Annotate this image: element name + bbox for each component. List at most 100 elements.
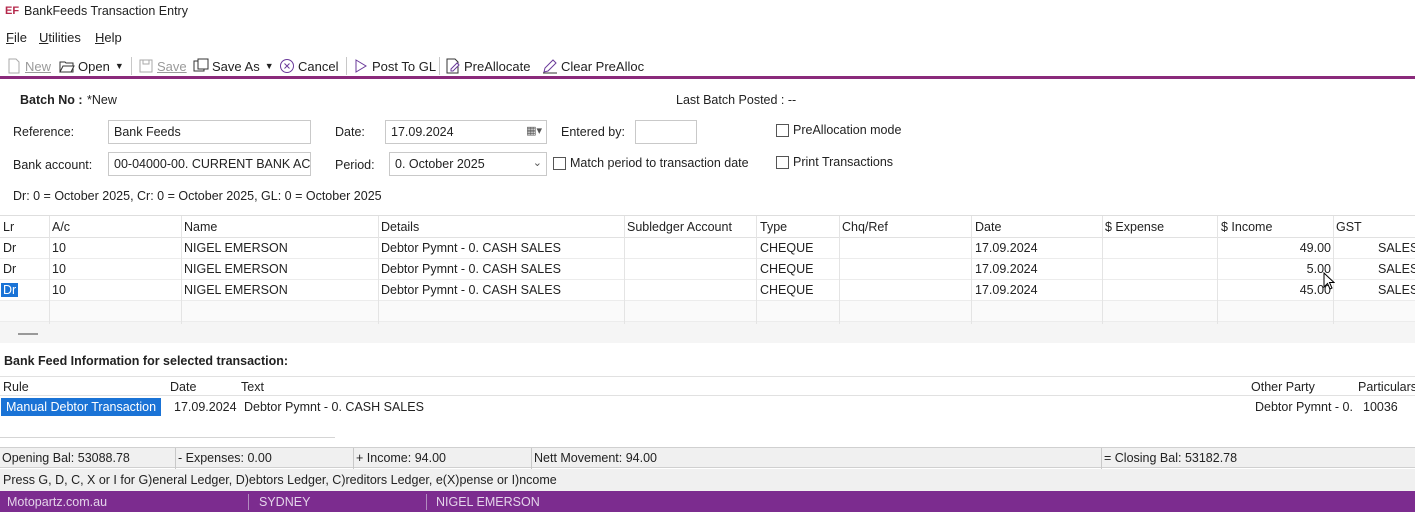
- column-header[interactable]: Type: [760, 220, 787, 234]
- table-row[interactable]: Dr 10 NIGEL EMERSON Debtor Pymnt - 0. CA…: [0, 238, 1415, 259]
- preallocation-mode-checkbox[interactable]: PreAllocation mode: [776, 123, 901, 137]
- column-header[interactable]: $ Expense: [1105, 220, 1164, 234]
- toolbar: New Open ▼ Save Save As ▼ Cancel Post To G…: [0, 53, 1415, 79]
- column-header[interactable]: Rule: [3, 380, 29, 394]
- period-info: Dr: 0 = October 2025, Cr: 0 = October 20…: [13, 189, 382, 203]
- period-label: Period:: [335, 158, 375, 172]
- checkbox-icon: [553, 156, 566, 170]
- reference-label: Reference:: [13, 125, 75, 139]
- menu-file[interactable]: File: [6, 30, 27, 45]
- status-separator: [426, 494, 427, 510]
- save-icon: [139, 59, 153, 73]
- menu-utilities[interactable]: Utilities: [39, 30, 81, 45]
- checkbox-icon: [776, 155, 789, 169]
- column-separator: [378, 216, 379, 324]
- table-row-empty[interactable]: [0, 301, 1415, 322]
- entered-by-input[interactable]: [635, 120, 697, 144]
- totals-bar: Opening Bal: 53088.78 - Expenses: 0.00 +…: [0, 447, 1415, 469]
- bank-feed-grid: Rule Date Text Other Party Particulars M…: [0, 376, 1415, 422]
- cancel-icon: [280, 59, 294, 73]
- column-header[interactable]: Particulars: [1358, 380, 1415, 394]
- column-separator: [49, 216, 50, 324]
- status-branch: SYDNEY: [259, 495, 311, 509]
- column-header[interactable]: A/c: [52, 220, 70, 234]
- column-header[interactable]: Subledger Account: [627, 220, 732, 234]
- post-to-gl-button[interactable]: Post To GL: [353, 57, 436, 75]
- play-icon: [355, 59, 367, 73]
- entered-by-label: Entered by:: [561, 125, 625, 139]
- column-separator: [756, 216, 757, 324]
- table-row-selected[interactable]: Dr 10 NIGEL EMERSON Debtor Pymnt - 0. CA…: [0, 280, 1415, 301]
- save-as-button[interactable]: Save As ▼: [193, 57, 274, 75]
- document-edit-icon: [446, 58, 460, 74]
- grid-header: Lr A/c Name Details Subledger Account Ty…: [0, 216, 1415, 238]
- column-separator: [971, 216, 972, 324]
- app-logo: EF: [5, 5, 20, 17]
- bank-account-input[interactable]: 00-04000-00. CURRENT BANK ACC: [108, 152, 311, 176]
- open-button[interactable]: Open ▼: [59, 57, 124, 75]
- table-row[interactable]: Dr 10 NIGEL EMERSON Debtor Pymnt - 0. CA…: [0, 259, 1415, 280]
- menu-bar: File Utilities Help: [0, 27, 1415, 49]
- column-separator: [624, 216, 625, 324]
- status-site: Motopartz.com.au: [7, 495, 108, 509]
- menu-help[interactable]: Help: [95, 30, 122, 45]
- preallocate-button[interactable]: PreAllocate: [445, 57, 530, 75]
- checkbox-icon: [776, 123, 789, 137]
- window-title: BankFeeds Transaction Entry: [24, 4, 188, 18]
- bank-feed-title: Bank Feed Information for selected trans…: [4, 354, 289, 368]
- new-document-icon: [8, 58, 20, 74]
- column-separator: [839, 216, 840, 324]
- column-header[interactable]: Details: [381, 220, 419, 234]
- column-separator: [1217, 216, 1218, 324]
- date-input[interactable]: 17.09.2024 ▦▾: [385, 120, 547, 144]
- chevron-down-icon: ⌄: [532, 157, 542, 169]
- save-as-icon: [193, 58, 209, 72]
- date-label: Date:: [335, 125, 365, 139]
- opening-balance: Opening Bal: 53088.78: [0, 448, 176, 469]
- column-header[interactable]: $ Income: [1221, 220, 1272, 234]
- reference-input[interactable]: Bank Feeds: [108, 120, 311, 144]
- selected-cell[interactable]: Dr: [1, 283, 19, 297]
- print-transactions-checkbox[interactable]: Print Transactions: [776, 155, 893, 169]
- hint-text: Press G, D, C, X or I for G)eneral Ledge…: [0, 469, 1415, 491]
- column-separator: [1333, 216, 1334, 324]
- column-header[interactable]: Text: [241, 380, 264, 394]
- column-header[interactable]: GST: [1336, 220, 1362, 234]
- batch-no-value: *New: [87, 93, 117, 107]
- toolbar-separator: [346, 57, 347, 75]
- column-header[interactable]: Chq/Ref: [842, 220, 888, 234]
- save-button[interactable]: Save: [138, 57, 187, 75]
- match-period-checkbox[interactable]: Match period to transaction date: [553, 156, 749, 170]
- splitter-handle[interactable]: [18, 333, 38, 335]
- status-bar: Motopartz.com.au SYDNEY NIGEL EMERSON: [0, 491, 1415, 512]
- column-header[interactable]: Lr: [3, 220, 14, 234]
- column-separator: [181, 216, 182, 324]
- column-header[interactable]: Other Party: [1251, 380, 1315, 394]
- column-header[interactable]: Date: [975, 220, 1001, 234]
- closing-balance: = Closing Bal: 53182.78: [1104, 451, 1238, 465]
- divider: [0, 437, 335, 438]
- income-total: + Income: 94.00: [354, 448, 532, 469]
- status-separator: [248, 494, 249, 510]
- pencil-icon: [543, 59, 557, 74]
- calendar-icon[interactable]: ▦▾: [526, 124, 542, 137]
- period-select[interactable]: 0. October 2025 ⌄: [389, 152, 547, 176]
- table-row[interactable]: Manual Debtor Transaction 17.09.2024 Deb…: [0, 397, 1415, 418]
- new-button[interactable]: New: [6, 57, 51, 75]
- transactions-grid: Lr A/c Name Details Subledger Account Ty…: [0, 215, 1415, 343]
- selected-cell[interactable]: Manual Debtor Transaction: [1, 398, 162, 416]
- batch-no-label: Batch No :: [20, 93, 83, 107]
- clear-prealloc-button[interactable]: Clear PreAlloc: [542, 57, 644, 75]
- toolbar-separator: [439, 57, 440, 75]
- bank-account-label: Bank account:: [13, 158, 93, 172]
- column-header[interactable]: Name: [184, 220, 217, 234]
- chevron-down-icon: ▼: [114, 61, 124, 71]
- cancel-button[interactable]: Cancel: [279, 57, 338, 75]
- mouse-cursor-icon: [1323, 272, 1335, 290]
- nett-movement: Nett Movement: 94.00: [532, 448, 1102, 469]
- chevron-down-icon: ▼: [264, 61, 274, 71]
- folder-open-icon: [59, 61, 75, 73]
- toolbar-separator: [131, 57, 132, 75]
- title-bar: EF BankFeeds Transaction Entry: [0, 0, 1415, 24]
- column-header[interactable]: Date: [170, 380, 196, 394]
